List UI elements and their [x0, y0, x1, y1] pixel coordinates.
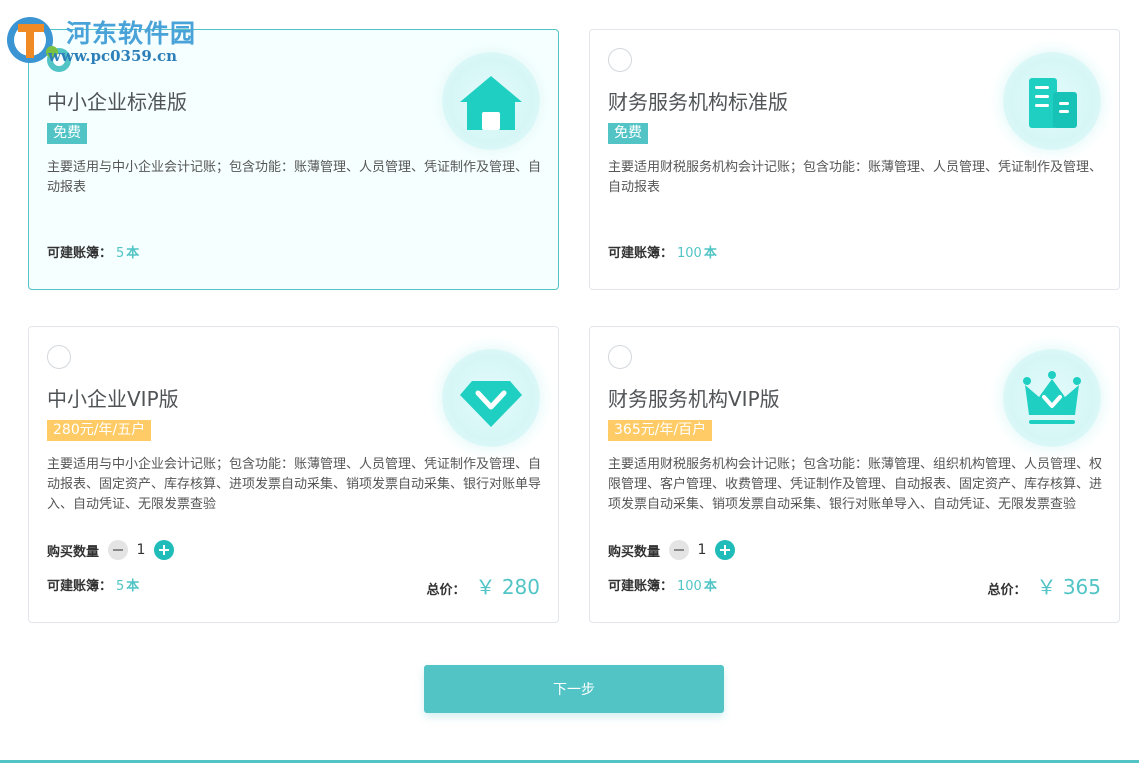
plan-radio[interactable] — [47, 345, 71, 369]
quantity-value[interactable]: 1 — [689, 542, 715, 558]
plan-radio[interactable] — [608, 48, 632, 72]
plan-description: 主要适用与中小企业会计记账；包含功能：账薄管理、人员管理、凭证制作及管理、自动报… — [47, 457, 542, 512]
plan-description: 主要适用财税服务机构会计记账；包含功能：账薄管理、人员管理、凭证制作及管理、自动… — [608, 160, 1103, 195]
increase-quantity-button[interactable] — [715, 540, 736, 560]
total-price: 总价： ￥ 365 — [987, 571, 1101, 600]
plus-icon — [159, 545, 170, 555]
price-badge: 280元/年/五户 — [47, 420, 152, 441]
diamond-icon — [442, 349, 540, 447]
plan-title: 财务服务机构VIP版 — [608, 387, 780, 411]
quantity-label: 购买数量 — [47, 544, 100, 560]
building-icon — [1003, 52, 1101, 150]
house-icon — [442, 52, 540, 150]
total-value: ￥ 280 — [475, 575, 540, 599]
books-count: 100 — [677, 579, 702, 594]
decrease-quantity-button[interactable] — [669, 540, 690, 560]
books-label: 可建账簿： — [608, 579, 674, 594]
books-info: 可建账簿： 100 本 — [608, 575, 717, 594]
plan-radio[interactable] — [608, 345, 632, 369]
plan-title: 中小企业标准版 — [47, 90, 187, 114]
crown-icon — [1003, 349, 1101, 447]
minus-icon — [113, 549, 124, 551]
plan-card-agency-standard[interactable]: 财务服务机构标准版 免费 主要适用财税服务机构会计记账；包含功能：账薄管理、人员… — [589, 29, 1120, 290]
plus-icon — [720, 545, 731, 555]
price-badge: 365元/年/百户 — [608, 420, 713, 441]
total-price: 总价： ￥ 280 — [426, 571, 540, 600]
quantity-label: 购买数量 — [608, 544, 661, 560]
books-label: 可建账簿： — [47, 579, 113, 594]
quantity-stepper: 购买数量 1 — [608, 539, 736, 561]
books-count: 5 — [116, 579, 125, 594]
watermark-url: www.pc0359.cn — [48, 47, 178, 65]
plan-description: 主要适用与中小企业会计记账；包含功能：账薄管理、人员管理、凭证制作及管理、自动报… — [47, 160, 542, 195]
plan-title: 财务服务机构标准版 — [608, 90, 788, 114]
price-badge: 免费 — [47, 123, 87, 144]
price-badge: 免费 — [608, 123, 648, 144]
books-info: 可建账簿： 5 本 — [47, 575, 139, 594]
books-unit: 本 — [703, 579, 717, 594]
total-value: ￥ 365 — [1036, 575, 1101, 599]
decrease-quantity-button[interactable] — [108, 540, 129, 560]
plan-description: 主要适用财税服务机构会计记账；包含功能：账薄管理、组织机构管理、人员管理、权限管… — [608, 457, 1103, 512]
total-label: 总价： — [987, 583, 1027, 598]
books-info: 可建账簿： 100 本 — [608, 242, 717, 261]
next-step-button[interactable]: 下一步 — [424, 665, 724, 713]
quantity-value[interactable]: 1 — [128, 542, 154, 558]
books-label: 可建账簿： — [47, 246, 113, 261]
books-count: 5 — [116, 246, 125, 261]
books-count: 100 — [677, 246, 702, 261]
books-label: 可建账簿： — [608, 246, 674, 261]
watermark-title: 河东软件园 — [66, 19, 197, 48]
plan-card-sme-vip[interactable]: 中小企业VIP版 280元/年/五户 主要适用与中小企业会计记账；包含功能：账薄… — [28, 326, 559, 623]
books-unit: 本 — [126, 246, 140, 261]
books-unit: 本 — [126, 579, 140, 594]
books-info: 可建账簿： 5 本 — [47, 242, 139, 261]
quantity-stepper: 购买数量 1 — [47, 539, 175, 561]
increase-quantity-button[interactable] — [154, 540, 175, 560]
minus-icon — [674, 549, 685, 551]
plan-title: 中小企业VIP版 — [47, 387, 179, 411]
books-unit: 本 — [703, 246, 717, 261]
plan-card-agency-vip[interactable]: 财务服务机构VIP版 365元/年/百户 主要适用财税服务机构会计记账；包含功能… — [589, 326, 1120, 623]
total-label: 总价： — [426, 583, 466, 598]
watermark: 河东软件园 www.pc0359.cn — [4, 10, 214, 70]
